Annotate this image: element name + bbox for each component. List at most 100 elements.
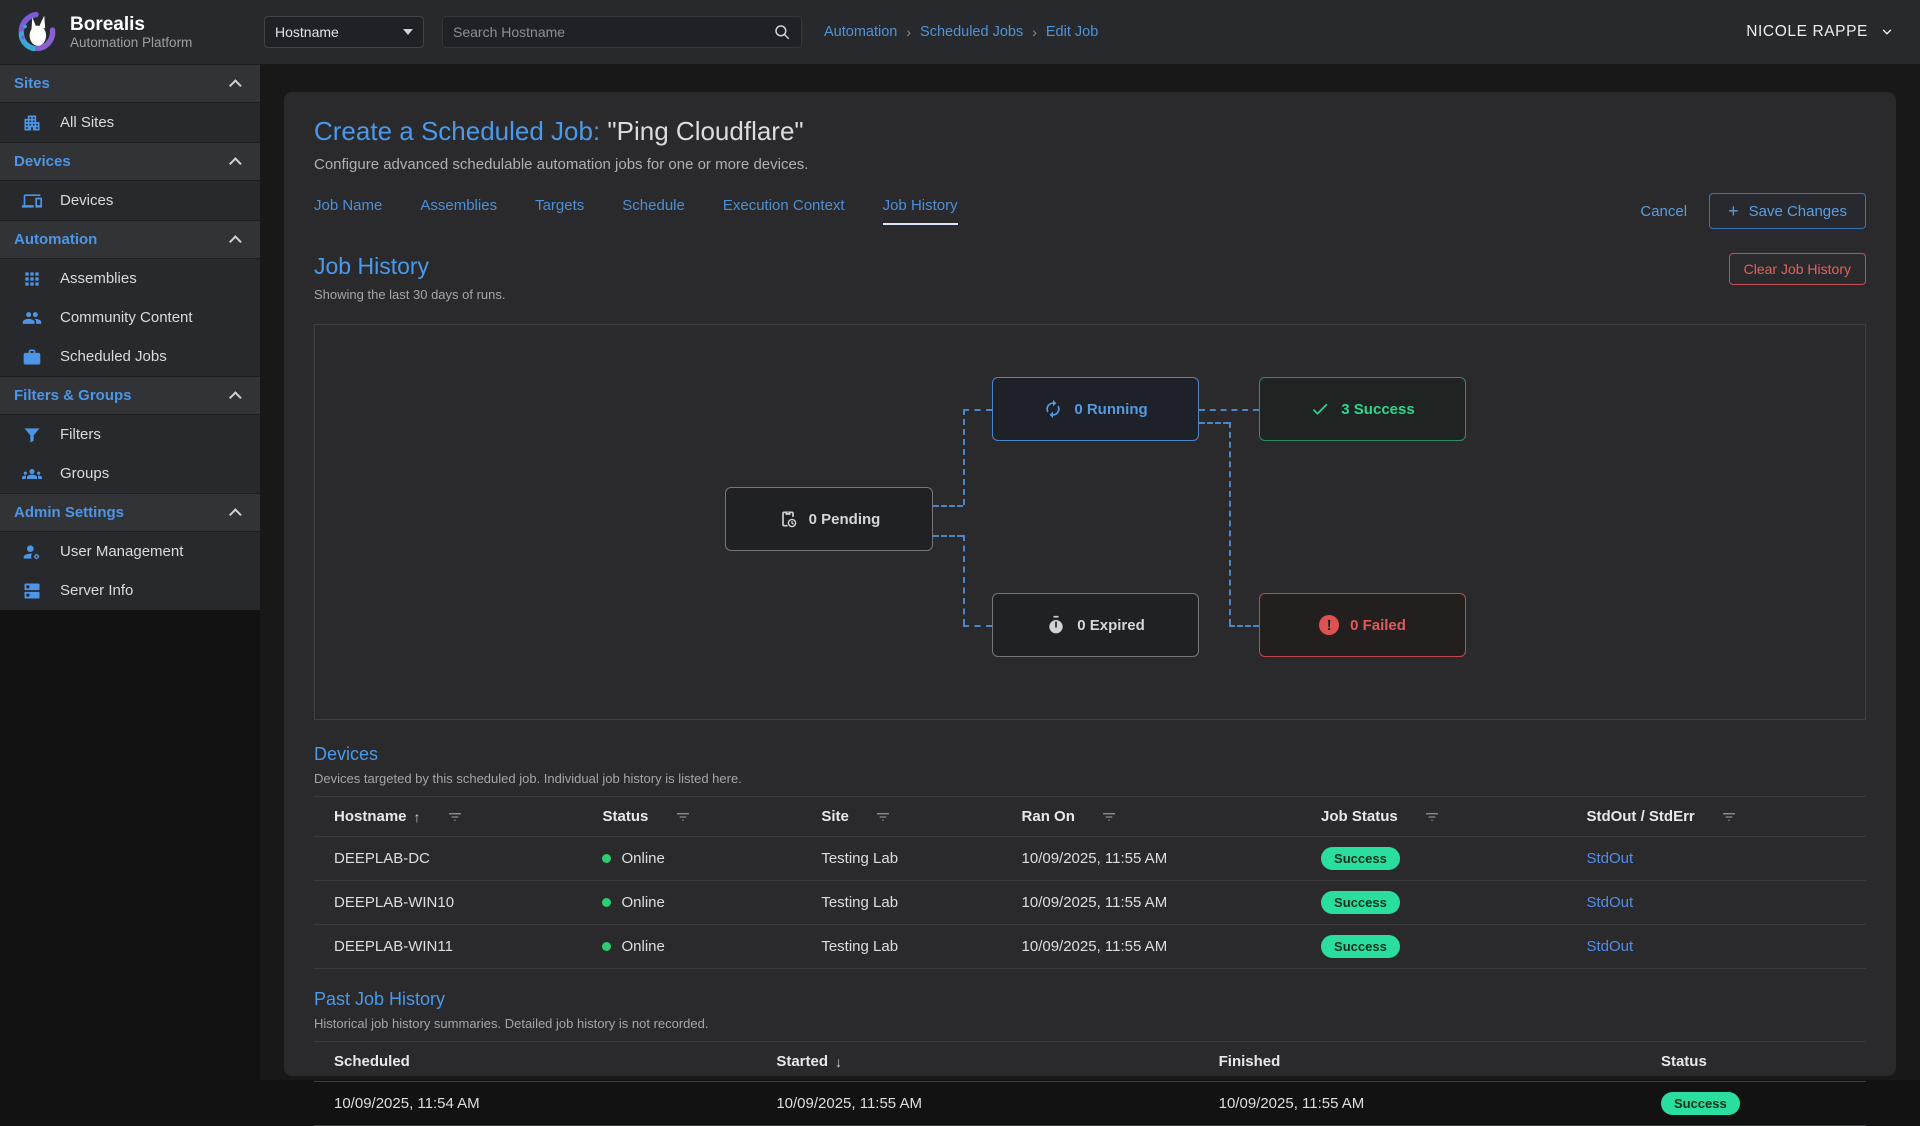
sort-desc-icon: ↓ bbox=[835, 1054, 842, 1070]
sidebar-section-automation[interactable]: Automation bbox=[0, 220, 260, 259]
filter-list-icon[interactable] bbox=[447, 809, 463, 825]
stdout-cell: StdOut bbox=[1566, 925, 1866, 969]
sidebar-section-devices[interactable]: Devices bbox=[0, 142, 260, 181]
sidebar-nav: Sites All Sites Devices Devices Automati… bbox=[0, 64, 260, 610]
sidebar-section-admin-settings[interactable]: Admin Settings bbox=[0, 493, 260, 532]
people-icon bbox=[22, 308, 42, 328]
column-header-started[interactable]: Started↓ bbox=[756, 1042, 1198, 1082]
briefcase-icon bbox=[22, 347, 42, 367]
search-box[interactable] bbox=[442, 16, 802, 48]
sidebar-section-label: Admin Settings bbox=[14, 504, 124, 521]
column-label: Hostname bbox=[334, 808, 407, 825]
column-header-hostname[interactable]: Hostname ↑ bbox=[314, 797, 582, 837]
chevron-up-icon bbox=[229, 157, 242, 170]
sidebar-section-filters-groups[interactable]: Filters & Groups bbox=[0, 376, 260, 415]
chevron-up-icon bbox=[229, 235, 242, 248]
search-input[interactable] bbox=[453, 24, 773, 40]
page-title-job-name: "Ping Cloudflare" bbox=[600, 116, 803, 146]
sidebar-item-label: Devices bbox=[60, 192, 113, 209]
check-icon bbox=[1310, 399, 1330, 419]
filter-list-icon[interactable] bbox=[1101, 809, 1117, 825]
devices-table: Hostname ↑ Status Site Ran On bbox=[314, 796, 1866, 969]
sidebar-item-label: Community Content bbox=[60, 309, 193, 326]
brand: Borealis Automation Platform bbox=[0, 10, 260, 54]
chevron-up-icon bbox=[229, 508, 242, 521]
job-history-heading: Job History bbox=[314, 253, 506, 280]
site-cell: Testing Lab bbox=[801, 881, 1001, 925]
chevron-up-icon bbox=[229, 79, 242, 92]
funnel-icon bbox=[22, 425, 42, 445]
flow-node-label: 3 Success bbox=[1341, 401, 1414, 418]
tab-job-history[interactable]: Job History bbox=[883, 197, 958, 225]
breadcrumb-scheduled-jobs[interactable]: Scheduled Jobs bbox=[920, 24, 1023, 40]
job-flow-panel: 0 Pending 0 Running 3 Success 0 Expired bbox=[314, 324, 1866, 720]
tab-targets[interactable]: Targets bbox=[535, 197, 584, 225]
past-history-table: Scheduled Started↓ Finished Status 10/09… bbox=[314, 1041, 1866, 1126]
tabs: Job Name Assemblies Targets Schedule Exe… bbox=[314, 197, 958, 225]
sidebar-section-sites[interactable]: Sites bbox=[0, 64, 260, 103]
scheduled-cell: 10/09/2025, 11:54 AM bbox=[314, 1082, 756, 1126]
cancel-button[interactable]: Cancel bbox=[1640, 203, 1687, 220]
apartment-icon bbox=[22, 113, 42, 133]
hostname-select[interactable]: Hostname bbox=[264, 16, 424, 48]
tab-schedule[interactable]: Schedule bbox=[622, 197, 685, 225]
column-header-site[interactable]: Site bbox=[801, 797, 1001, 837]
status-badge: Success bbox=[1321, 847, 1400, 870]
column-header-status[interactable]: Status bbox=[1641, 1042, 1866, 1082]
status-label: Online bbox=[621, 894, 664, 911]
column-header-scheduled[interactable]: Scheduled bbox=[314, 1042, 756, 1082]
sidebar-item-label: Server Info bbox=[60, 582, 133, 599]
filter-list-icon[interactable] bbox=[875, 809, 891, 825]
sidebar-section-label: Sites bbox=[14, 75, 50, 92]
tab-execution-context[interactable]: Execution Context bbox=[723, 197, 845, 225]
column-header-job-status[interactable]: Job Status bbox=[1301, 797, 1566, 837]
sidebar-item-filters[interactable]: Filters bbox=[0, 415, 260, 454]
save-changes-button[interactable]: + Save Changes bbox=[1709, 193, 1866, 229]
flow-node-failed: ! 0 Failed bbox=[1259, 593, 1466, 657]
sidebar-item-label: Filters bbox=[60, 426, 101, 443]
status-badge: Success bbox=[1321, 891, 1400, 914]
user-menu[interactable]: NICOLE RAPPE bbox=[1746, 23, 1894, 41]
sidebar-section-label: Filters & Groups bbox=[14, 387, 132, 404]
sidebar-item-groups[interactable]: Groups bbox=[0, 454, 260, 493]
tab-assemblies[interactable]: Assemblies bbox=[420, 197, 497, 225]
breadcrumb-edit-job[interactable]: Edit Job bbox=[1046, 24, 1098, 40]
sidebar-item-devices[interactable]: Devices bbox=[0, 181, 260, 220]
sidebar-item-server-info[interactable]: Server Info bbox=[0, 571, 260, 610]
filter-list-icon[interactable] bbox=[1721, 809, 1737, 825]
status-label: Online bbox=[621, 850, 664, 867]
flow-node-label: 0 Pending bbox=[809, 511, 881, 528]
page-subtitle: Configure advanced schedulable automatio… bbox=[314, 156, 1866, 173]
flow-node-expired: 0 Expired bbox=[992, 593, 1199, 657]
clear-job-history-button[interactable]: Clear Job History bbox=[1729, 253, 1866, 285]
sidebar-item-user-management[interactable]: User Management bbox=[0, 532, 260, 571]
hostname-cell: DEEPLAB-WIN11 bbox=[314, 925, 582, 969]
stdout-link[interactable]: StdOut bbox=[1586, 850, 1633, 867]
past-history-header-row: Scheduled Started↓ Finished Status bbox=[314, 1042, 1866, 1082]
sidebar-section-label: Devices bbox=[14, 153, 71, 170]
search-icon[interactable] bbox=[773, 23, 791, 41]
column-header-status[interactable]: Status bbox=[582, 797, 801, 837]
sidebar-item-all-sites[interactable]: All Sites bbox=[0, 103, 260, 142]
column-header-stdout[interactable]: StdOut / StdErr bbox=[1566, 797, 1866, 837]
sort-asc-icon: ↑ bbox=[414, 809, 421, 825]
error-icon: ! bbox=[1319, 615, 1339, 635]
stdout-link[interactable]: StdOut bbox=[1586, 894, 1633, 911]
sidebar-item-label: Scheduled Jobs bbox=[60, 348, 167, 365]
sidebar-item-assemblies[interactable]: Assemblies bbox=[0, 259, 260, 298]
breadcrumb-automation[interactable]: Automation bbox=[824, 24, 897, 40]
rabbit-gear-logo-icon bbox=[14, 10, 58, 54]
stdout-link[interactable]: StdOut bbox=[1586, 938, 1633, 955]
connector-line bbox=[963, 409, 965, 505]
job-history-subheading: Showing the last 30 days of runs. bbox=[314, 287, 506, 302]
filter-list-icon[interactable] bbox=[675, 809, 691, 825]
column-header-finished[interactable]: Finished bbox=[1199, 1042, 1641, 1082]
table-row: DEEPLAB-WIN11 Online Testing Lab 10/09/2… bbox=[314, 925, 1866, 969]
sidebar-item-scheduled-jobs[interactable]: Scheduled Jobs bbox=[0, 337, 260, 376]
filter-list-icon[interactable] bbox=[1424, 809, 1440, 825]
column-header-ran-on[interactable]: Ran On bbox=[1002, 797, 1302, 837]
column-label: Finished bbox=[1219, 1053, 1281, 1070]
sidebar-item-community-content[interactable]: Community Content bbox=[0, 298, 260, 337]
tab-job-name[interactable]: Job Name bbox=[314, 197, 382, 225]
flow-node-success: 3 Success bbox=[1259, 377, 1466, 441]
